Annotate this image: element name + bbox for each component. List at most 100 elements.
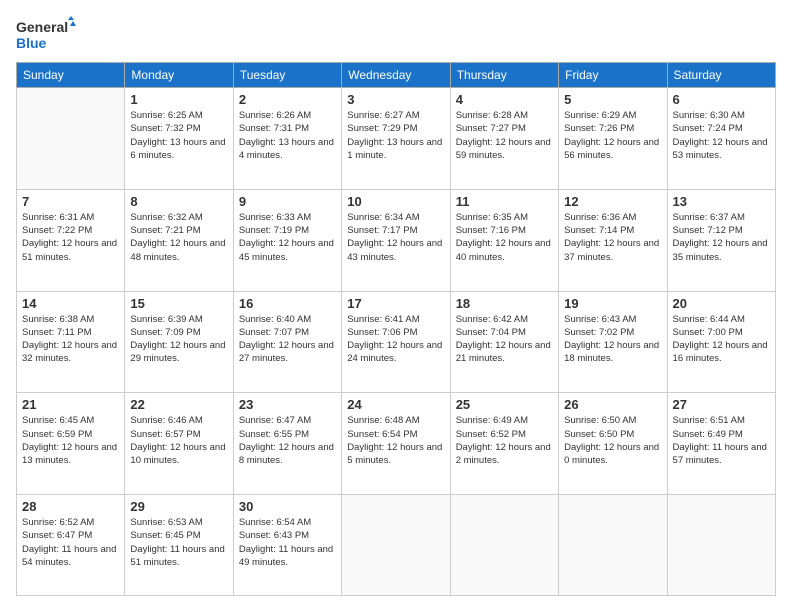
day-header-friday: Friday <box>559 63 667 88</box>
day-info: Sunrise: 6:46 AMSunset: 6:57 PMDaylight:… <box>130 414 227 467</box>
calendar-cell: 14Sunrise: 6:38 AMSunset: 7:11 PMDayligh… <box>17 291 125 393</box>
day-info: Sunrise: 6:44 AMSunset: 7:00 PMDaylight:… <box>673 313 770 366</box>
calendar: SundayMondayTuesdayWednesdayThursdayFrid… <box>16 62 776 596</box>
calendar-cell: 6 Sunrise: 6:30 AMSunset: 7:24 PMDaylight… <box>667 88 775 190</box>
day-number: 17 <box>347 296 444 311</box>
header: General Blue <box>16 16 776 52</box>
day-header-wednesday: Wednesday <box>342 63 450 88</box>
day-number: 21 <box>22 397 119 412</box>
day-number: 9 <box>239 194 336 209</box>
day-info: Sunrise: 6:49 AMSunset: 6:52 PMDaylight:… <box>456 414 553 467</box>
calendar-cell: 11 Sunrise: 6:35 AMSunset: 7:16 PMDayligh… <box>450 189 558 291</box>
day-number: 6 <box>673 92 770 107</box>
calendar-cell: 12 Sunrise: 6:36 AMSunset: 7:14 PMDayligh… <box>559 189 667 291</box>
calendar-cell: 1 Sunrise: 6:25 AMSunset: 7:32 PMDaylight… <box>125 88 233 190</box>
week-row-1: 1 Sunrise: 6:25 AMSunset: 7:32 PMDaylight… <box>17 88 776 190</box>
day-info: Sunrise: 6:54 AMSunset: 6:43 PMDaylight:… <box>239 516 336 569</box>
calendar-cell: 27 Sunrise: 6:51 AMSunset: 6:49 PMDayligh… <box>667 393 775 495</box>
week-row-3: 14Sunrise: 6:38 AMSunset: 7:11 PMDayligh… <box>17 291 776 393</box>
day-info: Sunrise: 6:31 AMSunset: 7:22 PMDaylight:… <box>22 211 119 264</box>
calendar-cell: 23 Sunrise: 6:47 AMSunset: 6:55 PMDayligh… <box>233 393 341 495</box>
day-header-sunday: Sunday <box>17 63 125 88</box>
day-number: 27 <box>673 397 770 412</box>
day-info: Sunrise: 6:33 AMSunset: 7:19 PMDaylight:… <box>239 211 336 264</box>
calendar-cell: 28 Sunrise: 6:52 AMSunset: 6:47 PMDayligh… <box>17 495 125 596</box>
logo-svg: General Blue <box>16 16 76 52</box>
day-info: Sunrise: 6:47 AMSunset: 6:55 PMDaylight:… <box>239 414 336 467</box>
calendar-cell: 8Sunrise: 6:32 AMSunset: 7:21 PMDaylight… <box>125 189 233 291</box>
day-info: Sunrise: 6:50 AMSunset: 6:50 PMDaylight:… <box>564 414 661 467</box>
logo: General Blue <box>16 16 76 52</box>
day-info: Sunrise: 6:45 AMSunset: 6:59 PMDaylight:… <box>22 414 119 467</box>
day-info: Sunrise: 6:42 AMSunset: 7:04 PMDaylight:… <box>456 313 553 366</box>
calendar-cell: 20 Sunrise: 6:44 AMSunset: 7:00 PMDayligh… <box>667 291 775 393</box>
day-info: Sunrise: 6:39 AMSunset: 7:09 PMDaylight:… <box>130 313 227 366</box>
week-row-5: 28 Sunrise: 6:52 AMSunset: 6:47 PMDayligh… <box>17 495 776 596</box>
day-info: Sunrise: 6:36 AMSunset: 7:14 PMDaylight:… <box>564 211 661 264</box>
day-info: Sunrise: 6:37 AMSunset: 7:12 PMDaylight:… <box>673 211 770 264</box>
calendar-cell: 9 Sunrise: 6:33 AMSunset: 7:19 PMDaylight… <box>233 189 341 291</box>
day-number: 5 <box>564 92 661 107</box>
day-number: 7 <box>22 194 119 209</box>
day-number: 15 <box>130 296 227 311</box>
calendar-cell <box>17 88 125 190</box>
day-info: Sunrise: 6:53 AMSunset: 6:45 PMDaylight:… <box>130 516 227 569</box>
calendar-cell: 16Sunrise: 6:40 AMSunset: 7:07 PMDayligh… <box>233 291 341 393</box>
calendar-cell: 19 Sunrise: 6:43 AMSunset: 7:02 PMDayligh… <box>559 291 667 393</box>
day-info: Sunrise: 6:41 AMSunset: 7:06 PMDaylight:… <box>347 313 444 366</box>
page: General Blue SundayMondayTuesdayWednesda… <box>0 0 792 612</box>
day-info: Sunrise: 6:48 AMSunset: 6:54 PMDaylight:… <box>347 414 444 467</box>
day-number: 24 <box>347 397 444 412</box>
day-number: 3 <box>347 92 444 107</box>
day-number: 23 <box>239 397 336 412</box>
calendar-cell: 25 Sunrise: 6:49 AMSunset: 6:52 PMDayligh… <box>450 393 558 495</box>
day-info: Sunrise: 6:52 AMSunset: 6:47 PMDaylight:… <box>22 516 119 569</box>
calendar-cell: 17 Sunrise: 6:41 AMSunset: 7:06 PMDayligh… <box>342 291 450 393</box>
calendar-cell: 29 Sunrise: 6:53 AMSunset: 6:45 PMDayligh… <box>125 495 233 596</box>
day-info: Sunrise: 6:27 AMSunset: 7:29 PMDaylight:… <box>347 109 444 162</box>
day-info: Sunrise: 6:35 AMSunset: 7:16 PMDaylight:… <box>456 211 553 264</box>
day-number: 20 <box>673 296 770 311</box>
day-number: 29 <box>130 499 227 514</box>
day-number: 8 <box>130 194 227 209</box>
day-info: Sunrise: 6:34 AMSunset: 7:17 PMDaylight:… <box>347 211 444 264</box>
day-number: 2 <box>239 92 336 107</box>
day-number: 11 <box>456 194 553 209</box>
calendar-cell: 3 Sunrise: 6:27 AMSunset: 7:29 PMDaylight… <box>342 88 450 190</box>
calendar-cell <box>559 495 667 596</box>
day-number: 1 <box>130 92 227 107</box>
day-number: 18 <box>456 296 553 311</box>
day-number: 13 <box>673 194 770 209</box>
calendar-cell: 15 Sunrise: 6:39 AMSunset: 7:09 PMDayligh… <box>125 291 233 393</box>
day-header-saturday: Saturday <box>667 63 775 88</box>
calendar-cell: 22Sunrise: 6:46 AMSunset: 6:57 PMDayligh… <box>125 393 233 495</box>
day-info: Sunrise: 6:28 AMSunset: 7:27 PMDaylight:… <box>456 109 553 162</box>
day-number: 19 <box>564 296 661 311</box>
calendar-cell: 24 Sunrise: 6:48 AMSunset: 6:54 PMDayligh… <box>342 393 450 495</box>
calendar-cell: 18 Sunrise: 6:42 AMSunset: 7:04 PMDayligh… <box>450 291 558 393</box>
day-number: 4 <box>456 92 553 107</box>
svg-text:General: General <box>16 19 68 35</box>
calendar-cell <box>450 495 558 596</box>
calendar-cell: 30Sunrise: 6:54 AMSunset: 6:43 PMDayligh… <box>233 495 341 596</box>
day-info: Sunrise: 6:26 AMSunset: 7:31 PMDaylight:… <box>239 109 336 162</box>
day-number: 16 <box>239 296 336 311</box>
day-info: Sunrise: 6:29 AMSunset: 7:26 PMDaylight:… <box>564 109 661 162</box>
day-number: 12 <box>564 194 661 209</box>
calendar-cell: 5 Sunrise: 6:29 AMSunset: 7:26 PMDaylight… <box>559 88 667 190</box>
day-header-thursday: Thursday <box>450 63 558 88</box>
day-info: Sunrise: 6:43 AMSunset: 7:02 PMDaylight:… <box>564 313 661 366</box>
day-number: 25 <box>456 397 553 412</box>
calendar-cell: 26Sunrise: 6:50 AMSunset: 6:50 PMDayligh… <box>559 393 667 495</box>
day-info: Sunrise: 6:38 AMSunset: 7:11 PMDaylight:… <box>22 313 119 366</box>
calendar-cell: 2 Sunrise: 6:26 AMSunset: 7:31 PMDaylight… <box>233 88 341 190</box>
day-info: Sunrise: 6:51 AMSunset: 6:49 PMDaylight:… <box>673 414 770 467</box>
calendar-cell: 10 Sunrise: 6:34 AMSunset: 7:17 PMDayligh… <box>342 189 450 291</box>
calendar-cell: 13 Sunrise: 6:37 AMSunset: 7:12 PMDayligh… <box>667 189 775 291</box>
week-row-4: 21 Sunrise: 6:45 AMSunset: 6:59 PMDayligh… <box>17 393 776 495</box>
calendar-cell: 21 Sunrise: 6:45 AMSunset: 6:59 PMDayligh… <box>17 393 125 495</box>
day-number: 10 <box>347 194 444 209</box>
day-number: 28 <box>22 499 119 514</box>
day-info: Sunrise: 6:25 AMSunset: 7:32 PMDaylight:… <box>130 109 227 162</box>
day-info: Sunrise: 6:30 AMSunset: 7:24 PMDaylight:… <box>673 109 770 162</box>
